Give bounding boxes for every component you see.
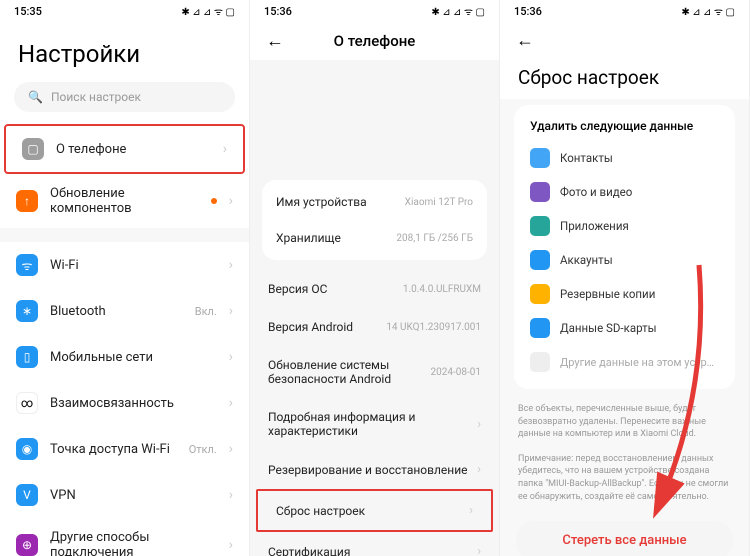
note-text-1: Все объекты, перечисленные выше, будут б…	[500, 395, 749, 445]
page-title: Сброс настроек	[500, 52, 749, 99]
status-time: 15:36	[264, 5, 292, 18]
item-apps: Приложения	[514, 209, 735, 243]
apps-icon	[530, 216, 550, 236]
status-time: 15:36	[514, 5, 542, 18]
bluetooth-icon: ∗	[16, 300, 38, 322]
vpn-icon: V	[16, 484, 38, 506]
row-mobile[interactable]: ▯ Мобильные сети ›	[0, 334, 249, 380]
item-other: Другие данные на этом устройст...	[514, 345, 735, 379]
search-input[interactable]: 🔍 Поиск настроек	[14, 82, 235, 112]
row-bluetooth[interactable]: ∗ Bluetooth Вкл. ›	[0, 288, 249, 334]
row-reset[interactable]: Сброс настроек ›	[258, 491, 491, 530]
contacts-icon	[530, 148, 550, 168]
status-icons: ✱ ⊿ ⊿ ᯤ ▢	[181, 4, 235, 18]
wifi-icon: ᯤ	[16, 254, 38, 276]
about-phone-panel: 15:36 ✱ ⊿ ⊿ ᯤ ▢ ← О телефоне Имя устройс…	[250, 0, 500, 556]
interconnect-icon: ∞	[16, 392, 38, 414]
row-about-phone[interactable]: ▢ О телефоне ›	[6, 126, 243, 172]
other-icon	[530, 352, 550, 372]
row-interconnect[interactable]: ∞ Взаимосвязанность ›	[0, 380, 249, 426]
note-text-2: Примечание: перед восстановлением данных…	[500, 445, 749, 507]
chevron-right-icon: ›	[477, 462, 481, 477]
status-time: 15:35	[14, 5, 42, 18]
photos-icon	[530, 182, 550, 202]
section-divider	[0, 228, 249, 242]
status-icons: ✱ ⊿ ⊿ ᯤ ▢	[681, 4, 735, 18]
erase-all-button[interactable]: Стереть все данные	[516, 521, 733, 556]
chevron-right-icon: ›	[229, 193, 233, 209]
status-bar: 15:36 ✱ ⊿ ⊿ ᯤ ▢	[250, 0, 499, 22]
chevron-right-icon: ›	[229, 303, 233, 319]
chevron-right-icon: ›	[229, 395, 233, 411]
row-other-conn[interactable]: ⊕ Другие способы подключения ›	[0, 518, 249, 556]
card-header: Удалить следующие данные	[514, 115, 735, 141]
settings-panel: 15:35 ✱ ⊿ ⊿ ᯤ ▢ Настройки 🔍 Поиск настро…	[0, 0, 250, 556]
row-wifi[interactable]: ᯤ Wi-Fi ›	[0, 242, 249, 288]
status-bar: 15:35 ✱ ⊿ ⊿ ᯤ ▢	[0, 0, 249, 22]
item-contacts: Контакты	[514, 141, 735, 175]
highlight-reset: Сброс настроек ›	[256, 489, 493, 532]
row-hotspot[interactable]: ◉ Точка доступа Wi-Fi Откл. ›	[0, 426, 249, 472]
chevron-right-icon: ›	[469, 503, 473, 518]
highlight-about-phone: ▢ О телефоне ›	[4, 124, 245, 174]
row-android[interactable]: Версия Android 14 UKQ1.230917.001	[250, 308, 499, 346]
row-vpn[interactable]: V VPN ›	[0, 472, 249, 518]
reset-panel: 15:36 ✱ ⊿ ⊿ ᯤ ▢ ← Сброс настроек Удалить…	[500, 0, 750, 556]
chevron-right-icon: ›	[229, 487, 233, 503]
item-sdcard: Данные SD-карты	[514, 311, 735, 345]
item-accounts: Аккаунты	[514, 243, 735, 277]
row-security[interactable]: Обновление системы безопасности Android …	[250, 346, 499, 398]
chevron-right-icon: ›	[477, 544, 481, 556]
delete-data-card: Удалить следующие данные Контакты Фото и…	[514, 105, 735, 389]
status-bar: 15:36 ✱ ⊿ ⊿ ᯤ ▢	[500, 0, 749, 22]
chevron-right-icon: ›	[223, 141, 227, 157]
page-title: Настройки	[0, 22, 249, 82]
item-backups: Резервные копии	[514, 277, 735, 311]
chevron-right-icon: ›	[229, 441, 233, 457]
row-backup[interactable]: Резервирование и восстановление ›	[250, 450, 499, 489]
row-os[interactable]: Версия ОС 1.0.4.0.ULFRUXM	[250, 270, 499, 308]
search-icon: 🔍	[28, 90, 43, 104]
back-icon[interactable]: ←	[516, 30, 534, 51]
chevron-right-icon: ›	[229, 349, 233, 365]
search-placeholder: Поиск настроек	[51, 90, 141, 104]
row-storage[interactable]: Хранилище 208,1 ГБ /256 ГБ	[262, 220, 487, 256]
notification-dot	[211, 198, 217, 204]
status-icons: ✱ ⊿ ⊿ ᯤ ▢	[431, 4, 485, 18]
chevron-right-icon: ›	[229, 257, 233, 273]
accounts-icon	[530, 250, 550, 270]
sim-icon: ▯	[16, 346, 38, 368]
hotspot-icon: ◉	[16, 438, 38, 460]
item-photos: Фото и видео	[514, 175, 735, 209]
page-header: ← О телефоне	[250, 22, 499, 60]
row-components[interactable]: ↑ Обновление компонентов ›	[0, 174, 249, 228]
row-cert[interactable]: Сертификация ›	[250, 532, 499, 556]
device-card: Имя устройства Xiaomi 12T Pro Хранилище …	[262, 180, 487, 260]
sdcard-icon	[530, 318, 550, 338]
phone-icon: ▢	[22, 138, 44, 160]
connection-icon: ⊕	[16, 534, 38, 556]
chevron-right-icon: ›	[477, 417, 481, 432]
page-title: О телефоне	[334, 32, 416, 50]
back-icon[interactable]: ←	[266, 31, 284, 52]
chevron-right-icon: ›	[229, 537, 233, 553]
backup-icon	[530, 284, 550, 304]
update-icon: ↑	[16, 190, 38, 212]
row-device-name[interactable]: Имя устройства Xiaomi 12T Pro	[262, 184, 487, 220]
row-details[interactable]: Подробная информация и характеристики ›	[250, 398, 499, 450]
